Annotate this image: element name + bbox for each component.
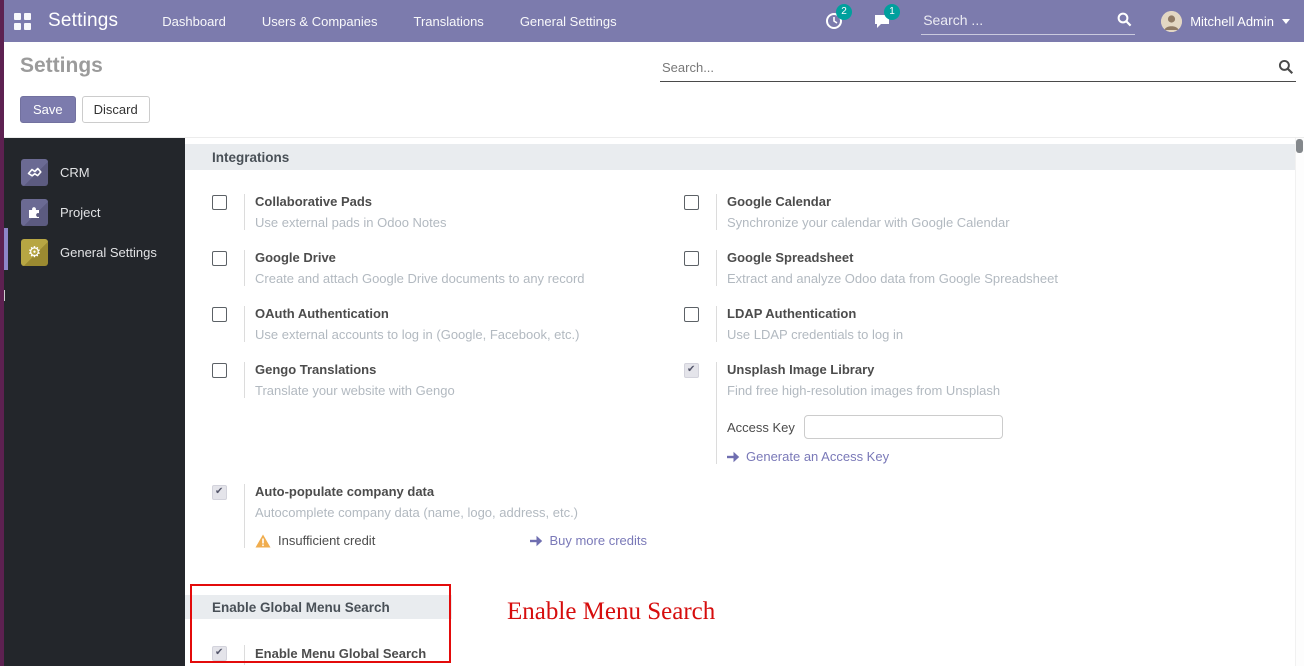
checkbox-checked[interactable]: [212, 485, 227, 500]
sidebar-item-general-settings[interactable]: ⚙ General Settings: [0, 232, 185, 272]
search-icon[interactable]: [1278, 59, 1294, 75]
page-title: Settings: [20, 54, 103, 78]
messages-icon[interactable]: 1: [873, 12, 891, 30]
setting-title[interactable]: LDAP Authentication: [727, 306, 903, 321]
section-enable-global-menu-search: Enable Global Menu Search Enable Menu Gl…: [185, 595, 1295, 665]
access-key-row: Access Key: [727, 415, 1003, 439]
navbar-search-input[interactable]: [921, 7, 1135, 35]
red-annotation-text: Enable Menu Search: [507, 598, 715, 626]
setting-ldap-authentication: LDAP Authentication Use LDAP credentials…: [684, 306, 1295, 342]
warning-icon: [255, 534, 271, 548]
access-key-input[interactable]: [804, 415, 1003, 439]
crm-app-icon: [21, 159, 48, 186]
checkbox-checked[interactable]: [684, 363, 699, 378]
section-header-menu-search: Enable Global Menu Search: [185, 595, 452, 619]
main-area: CRM Project ⚙ General Settings Integrati…: [0, 138, 1304, 666]
checkbox[interactable]: [212, 195, 227, 210]
credit-warning-row: Insufficient credit Buy more credits: [255, 533, 647, 548]
setting-desc: Create and attach Google Drive documents…: [255, 271, 585, 286]
settings-search: [660, 55, 1296, 82]
setting-title[interactable]: Google Spreadsheet: [727, 250, 1058, 265]
sidebar-item-project[interactable]: Project: [0, 192, 185, 232]
sidebar-item-label: General Settings: [60, 245, 157, 260]
save-button[interactable]: Save: [20, 96, 76, 123]
control-panel: Settings Save Discard: [0, 42, 1304, 138]
setting-desc: Extract and analyze Odoo data from Googl…: [727, 271, 1058, 286]
checkbox[interactable]: [684, 307, 699, 322]
menu-item-dashboard[interactable]: Dashboard: [162, 14, 226, 29]
menu-item-general-settings[interactable]: General Settings: [520, 14, 617, 29]
user-menu[interactable]: Mitchell Admin: [1161, 11, 1290, 32]
menu-item-translations[interactable]: Translations: [413, 14, 483, 29]
setting-gengo-translations: Gengo Translations Translate your websit…: [212, 362, 684, 398]
access-key-label: Access Key: [727, 420, 795, 435]
setting-desc: Use external accounts to log in (Google,…: [255, 327, 579, 342]
cp-buttons: Save Discard: [20, 96, 150, 123]
setting-desc: Use LDAP credentials to log in: [727, 327, 903, 342]
setting-desc: Find free high-resolution images from Un…: [727, 383, 1003, 398]
setting-desc: Translate your website with Gengo: [255, 383, 455, 398]
setting-google-calendar: Google Calendar Synchronize your calenda…: [684, 194, 1295, 230]
activities-icon[interactable]: 2: [825, 12, 843, 30]
apps-grid-icon[interactable]: [14, 13, 31, 30]
setting-title[interactable]: Google Calendar: [727, 194, 1010, 209]
message-count-badge: 1: [884, 4, 900, 20]
arrow-right-icon: [530, 535, 543, 547]
setting-enable-menu-global-search: Enable Menu Global Search: [185, 645, 1295, 665]
setting-title[interactable]: Enable Menu Global Search: [255, 646, 426, 661]
activity-count-badge: 2: [836, 4, 852, 20]
project-app-icon: [21, 199, 48, 226]
checkbox-checked[interactable]: [212, 646, 227, 661]
warning-text: Insufficient credit: [278, 533, 375, 548]
section-header-integrations: Integrations: [185, 144, 1295, 170]
settings-search-input[interactable]: [660, 55, 1270, 81]
setting-title[interactable]: Google Drive: [255, 250, 585, 265]
gear-icon: ⚙: [21, 239, 48, 266]
navbar-search: [921, 7, 1135, 35]
setting-google-spreadsheet: Google Spreadsheet Extract and analyze O…: [684, 250, 1295, 286]
sidebar-item-label: CRM: [60, 165, 90, 180]
setting-title[interactable]: Unsplash Image Library: [727, 362, 1003, 377]
checkbox[interactable]: [684, 251, 699, 266]
setting-title[interactable]: Gengo Translations: [255, 362, 455, 377]
setting-title[interactable]: Auto-populate company data: [255, 484, 647, 499]
buy-more-credits-link[interactable]: Buy more credits: [530, 533, 647, 548]
checkbox[interactable]: [212, 363, 227, 378]
checkbox[interactable]: [212, 307, 227, 322]
settings-content: Integrations Collaborative Pads Use exte…: [185, 138, 1304, 666]
chevron-down-icon: [1282, 19, 1290, 24]
sidebar-item-label: Project: [60, 205, 100, 220]
top-navbar: Settings Dashboard Users & Companies Tra…: [0, 0, 1304, 42]
window-edge-strip: [0, 0, 4, 666]
setting-collaborative-pads: Collaborative Pads Use external pads in …: [212, 194, 684, 230]
setting-google-drive: Google Drive Create and attach Google Dr…: [212, 250, 684, 286]
settings-sidebar: CRM Project ⚙ General Settings: [0, 138, 185, 666]
app-title[interactable]: Settings: [48, 10, 118, 32]
setting-desc: Synchronize your calendar with Google Ca…: [727, 215, 1010, 230]
checkbox[interactable]: [684, 195, 699, 210]
generate-access-key-link[interactable]: Generate an Access Key: [727, 449, 1003, 464]
menu-item-users-companies[interactable]: Users & Companies: [262, 14, 378, 29]
arrow-right-icon: [727, 451, 740, 463]
setting-oauth-authentication: OAuth Authentication Use external accoun…: [212, 306, 684, 342]
setting-unsplash-image-library: Unsplash Image Library Find free high-re…: [684, 362, 1295, 464]
setting-title[interactable]: OAuth Authentication: [255, 306, 579, 321]
scrollbar-thumb[interactable]: [1296, 139, 1303, 153]
checkbox[interactable]: [212, 251, 227, 266]
avatar: [1161, 11, 1182, 32]
sidebar-item-crm[interactable]: CRM: [0, 152, 185, 192]
search-icon[interactable]: [1117, 12, 1132, 27]
integrations-grid: Collaborative Pads Use external pads in …: [185, 194, 1295, 548]
user-name: Mitchell Admin: [1190, 14, 1274, 29]
setting-title[interactable]: Collaborative Pads: [255, 194, 447, 209]
vertical-scrollbar[interactable]: [1295, 138, 1304, 666]
setting-desc: Autocomplete company data (name, logo, a…: [255, 505, 647, 520]
setting-desc: Use external pads in Odoo Notes: [255, 215, 447, 230]
discard-button[interactable]: Discard: [82, 96, 150, 123]
setting-autopopulate-company-data: Auto-populate company data Autocomplete …: [212, 484, 684, 548]
main-menu: Dashboard Users & Companies Translations…: [162, 14, 616, 29]
systray: 2 1 Mitchell Admin: [825, 7, 1304, 35]
